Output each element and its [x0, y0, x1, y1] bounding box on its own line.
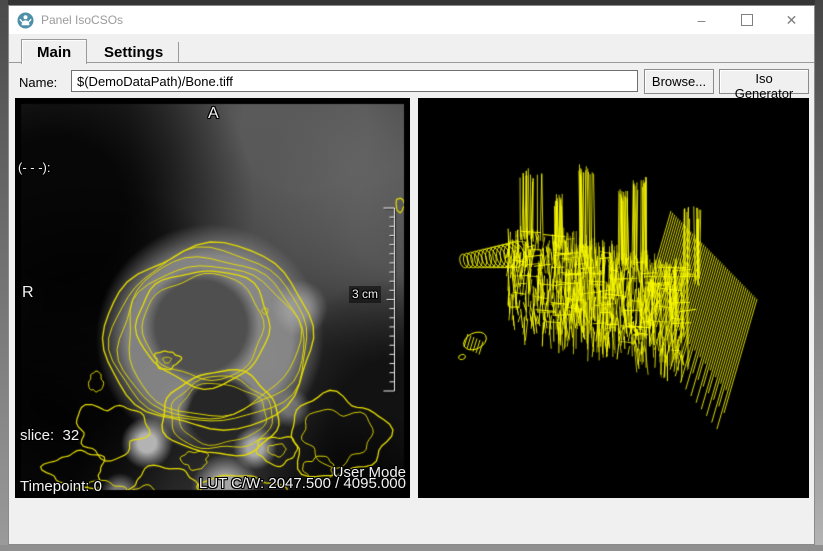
close-button[interactable]: ✕: [769, 6, 814, 34]
desktop-edge-bottom: [0, 545, 823, 551]
app-window: Panel IsoCSOs – ✕ Main Settings Name: Br…: [8, 5, 815, 545]
close-icon: ✕: [786, 12, 798, 29]
window-controls: – ✕: [679, 6, 814, 34]
name-input[interactable]: [71, 70, 638, 92]
maximize-button[interactable]: [724, 6, 769, 34]
tab-main-label: Main: [37, 44, 71, 61]
minimize-button[interactable]: –: [679, 6, 724, 34]
slice-number-label: slice: 32: [20, 427, 141, 444]
screenshot-stage: Panel IsoCSOs – ✕ Main Settings Name: Br…: [0, 0, 823, 551]
maximize-icon: [741, 14, 753, 26]
timepoint-label: Timepoint: 0: [20, 478, 141, 495]
title-bar[interactable]: Panel IsoCSOs – ✕: [9, 6, 814, 34]
tab-main[interactable]: Main: [21, 39, 87, 64]
scale-ruler-label: 3 cm: [349, 286, 381, 303]
iso-generator-button[interactable]: Iso Generator: [719, 69, 809, 94]
tab-settings[interactable]: Settings: [89, 42, 179, 62]
orientation-anterior-label: A: [208, 105, 219, 122]
iso-3d-viewport[interactable]: [418, 98, 809, 498]
window-title: Panel IsoCSOs: [41, 13, 123, 27]
slice-viewer-panel: A (- - -): R slice: 32 Timepoint: 0 64,6…: [15, 98, 410, 498]
voxel-value-readout: (- - -):: [18, 159, 50, 176]
orientation-right-label: R: [22, 284, 34, 301]
desktop-edge-right: [815, 0, 823, 551]
slice-info-block: slice: 32 Timepoint: 0 64,64,64,Gray,1 1…: [20, 393, 141, 498]
tabbar-divider: [9, 62, 814, 63]
iso-3d-panel: [418, 98, 809, 498]
name-label: Name:: [19, 75, 57, 90]
lut-readout: LUT C/W: 2047.500 / 4095.000: [199, 475, 406, 492]
tab-settings-label: Settings: [104, 44, 163, 61]
browse-button[interactable]: Browse...: [644, 69, 714, 94]
minimize-icon: –: [698, 12, 706, 28]
desktop-edge-left: [0, 0, 8, 551]
app-logo-icon: [17, 12, 34, 29]
